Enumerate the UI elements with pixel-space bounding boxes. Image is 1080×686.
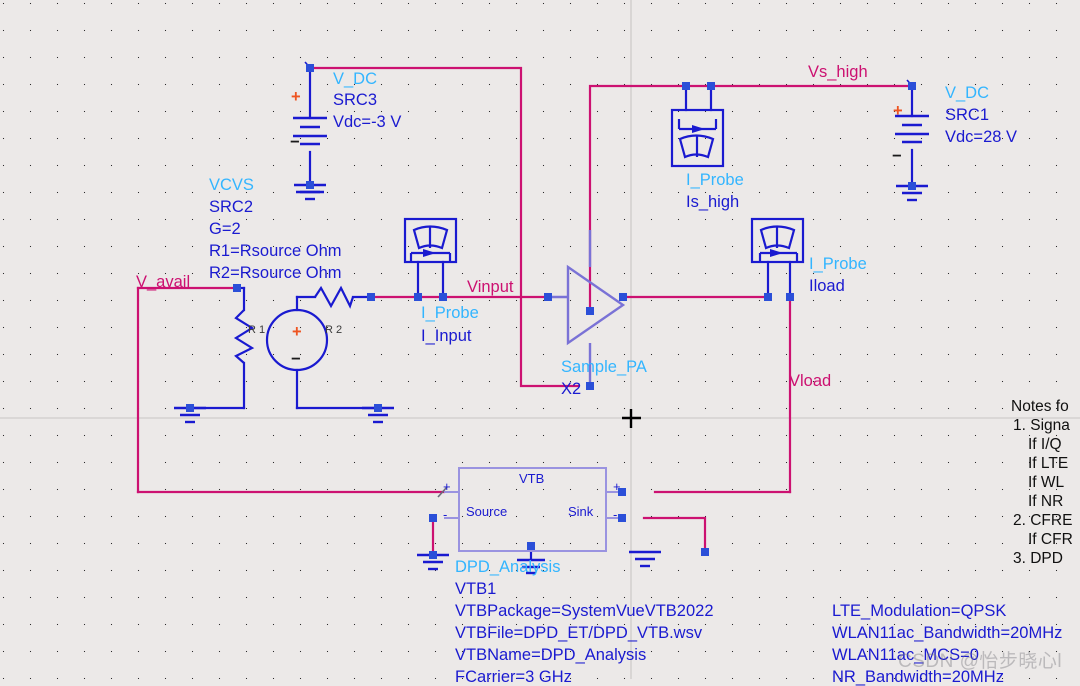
src2-model-label: VCVS — [209, 176, 254, 194]
src3-param-label: Vdc=-3 V — [333, 113, 402, 131]
vtb-port-sink-label: Sink — [568, 504, 594, 519]
src2-param-r1: R1=Rsource Ohm — [209, 242, 342, 260]
iprobe-ishigh-symbol — [670, 108, 725, 168]
vtb-block-title: VTB — [519, 471, 545, 486]
watermark-text: CSDN @怡步晓心l — [898, 651, 1063, 672]
src1-model-label: V_DC — [945, 84, 990, 102]
src1-instance-label: SRC1 — [945, 106, 990, 124]
notes-line-2: If I/Q — [1028, 436, 1062, 453]
vtb-sink-plus-marker: + — [613, 479, 621, 494]
notes-line-1: 1. Signa — [1013, 417, 1070, 434]
vtb-param-package: VTBPackage=SystemVueVTB2022 — [455, 602, 714, 620]
vtb-param-file: VTBFile=DPD_ET/DPD_VTB.wsv — [455, 624, 703, 642]
notes-line-5: If NR — [1028, 493, 1064, 510]
schematic-canvas[interactable]: V_DC SRC3 Vdc=-3 V + − V_DC SRC1 Vdc=28 … — [0, 0, 1080, 685]
amplifier-instance-label: X2 — [561, 380, 582, 398]
net-label-vinput: Vinput — [467, 278, 514, 296]
iprobe-input-instance-label: I_Input — [421, 327, 472, 345]
vtb-instance-label: VTB1 — [455, 580, 497, 598]
src2-param-g: G=2 — [209, 220, 241, 238]
net-label-v-avail: V_avail — [136, 273, 191, 291]
vcvs-plus-marker: + — [292, 323, 302, 341]
notes-title: Notes fo — [1011, 398, 1069, 415]
notes-line-4: If WL — [1028, 474, 1065, 491]
src2-instance-label: SRC2 — [209, 198, 254, 216]
notes-line-6: 2. CFRE — [1013, 512, 1073, 529]
notes-line-8: 3. DPD — [1013, 550, 1063, 567]
src1-param-label: Vdc=28 V — [945, 128, 1018, 146]
vtb-sink-minus-marker: - — [613, 507, 618, 522]
src3-minus-marker: − — [290, 133, 300, 151]
axis-guides — [0, 0, 1080, 679]
src2-param-r2: R2=Rsource Ohm — [209, 264, 342, 282]
src3-model-label: V_DC — [333, 70, 378, 88]
src3-plus-marker: + — [291, 88, 301, 106]
resistor-r1-symbol — [233, 309, 255, 364]
resistor-r2-symbol — [314, 285, 355, 309]
vcvs-minus-marker: − — [291, 350, 301, 368]
notes-line-3: If LTE — [1028, 455, 1069, 472]
crosshair-cursor — [622, 409, 641, 428]
vtb-param-fcarrier: FCarrier=3 GHz — [455, 668, 572, 686]
iprobe-ishigh-model-label: I_Probe — [686, 171, 744, 189]
param-lte-modulation: LTE_Modulation=QPSK — [832, 602, 1007, 620]
iprobe-iload-model-label: I_Probe — [809, 255, 867, 273]
amplifier-model-label: Sample_PA — [561, 358, 647, 376]
notes-line-7: If CFR — [1028, 531, 1073, 548]
iprobe-input-symbol — [403, 217, 458, 264]
net-label-vs-high: Vs_high — [808, 63, 868, 81]
vtb-source-minus-marker: - — [443, 507, 448, 522]
iprobe-input-model-label: I_Probe — [421, 304, 479, 322]
src1-minus-marker: − — [892, 147, 902, 165]
param-wlan-bandwidth: WLAN11ac_Bandwidth=20MHz — [832, 624, 1063, 642]
vtb-port-source-label: Source — [466, 504, 508, 519]
net-label-vload: Vload — [789, 372, 832, 390]
vtb-source-plus-marker: + — [443, 479, 451, 494]
iprobe-ishigh-instance-label: Is_high — [686, 193, 740, 211]
vtb-param-name: VTBName=DPD_Analysis — [455, 646, 647, 664]
src3-instance-label: SRC3 — [333, 91, 378, 109]
schematic-drawing — [0, 0, 1080, 679]
iprobe-iload-symbol — [750, 217, 805, 264]
src1-plus-marker: + — [893, 102, 903, 120]
r1-ref-label: R 1 — [248, 324, 266, 336]
iprobe-iload-instance-label: Iload — [809, 277, 845, 295]
r2-ref-label: R 2 — [325, 324, 343, 336]
vtb-model-label: DPD_Analysis — [455, 558, 561, 576]
